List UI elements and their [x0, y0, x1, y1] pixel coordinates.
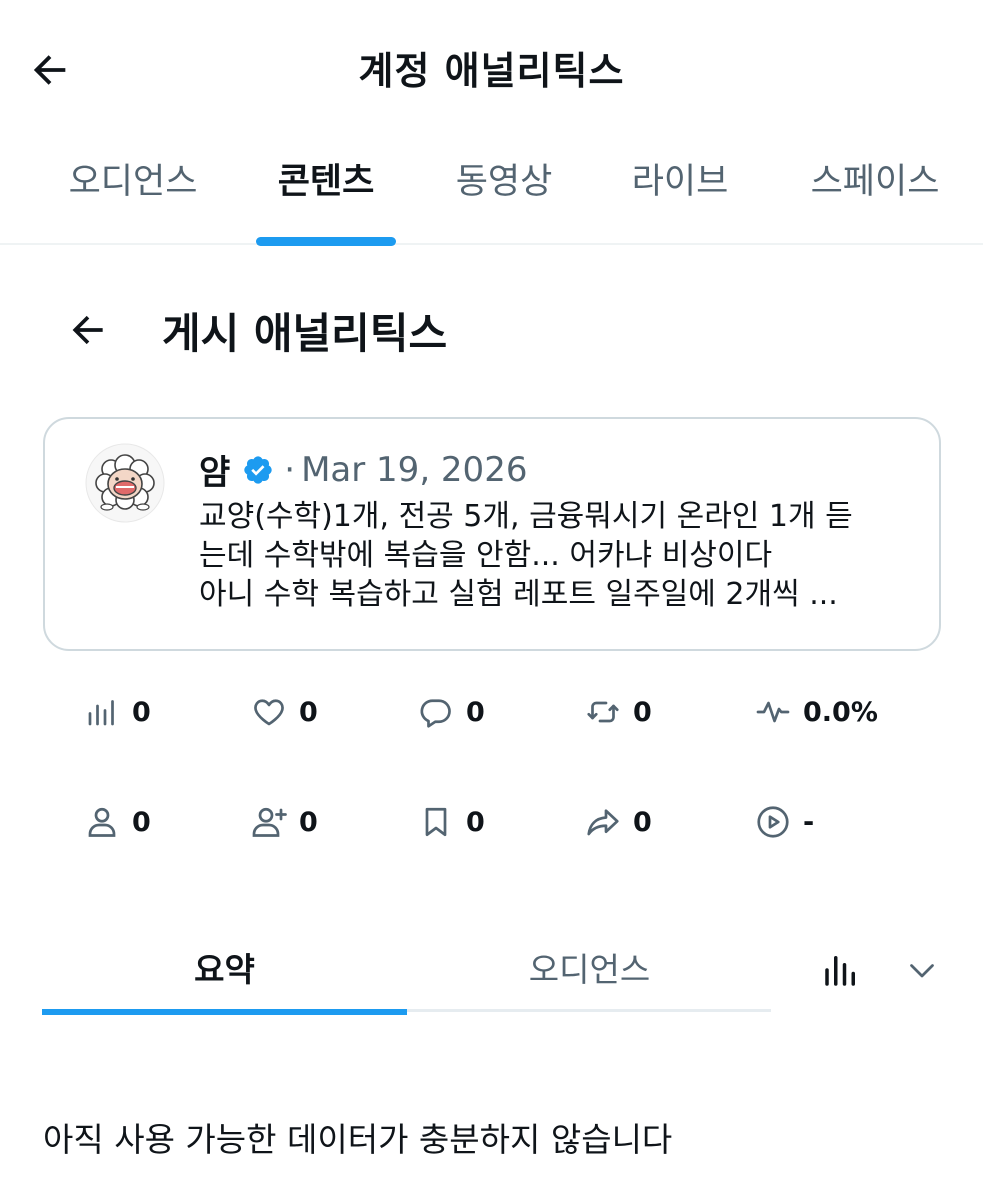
metric-value: 0	[299, 806, 318, 838]
metric-engagement-rate[interactable]: 0.0%	[755, 687, 878, 737]
metric-profile-visits[interactable]: 0	[84, 797, 151, 847]
top-app-bar: 계정 애널리틱스	[0, 0, 983, 135]
active-tab-indicator	[256, 237, 396, 246]
post-text: 교양(수학)1개, 전공 5개, 금융뭐시기 온라인 1개 듣 는데 수학밖에 …	[199, 497, 919, 614]
post-meta: 얌 · Mar 19, 2026	[199, 445, 527, 494]
metric-follows[interactable]: 0	[251, 797, 318, 847]
bar-chart-icon	[825, 956, 855, 986]
sheep-avatar-icon	[85, 443, 165, 523]
metric-value: 0	[633, 696, 652, 728]
repost-icon	[587, 701, 619, 723]
chart-type-dropdown[interactable]	[820, 940, 940, 1000]
tab-label: 콘텐츠	[277, 162, 375, 202]
tab-label: 스페이스	[810, 162, 940, 202]
play-circle-icon	[757, 806, 789, 838]
metric-value: 0	[633, 806, 652, 838]
reply-icon	[420, 699, 451, 728]
heart-icon	[254, 699, 284, 726]
section-title: 게시 애널리틱스	[162, 309, 448, 358]
tab-label: 오디언스	[68, 162, 198, 202]
metric-shares[interactable]: 0	[585, 797, 652, 847]
avatar[interactable]	[85, 443, 165, 523]
tab-label: 라이브	[631, 162, 729, 202]
bookmark-icon	[425, 807, 447, 837]
analytics-tabs: 오디언스 콘텐츠 동영상 라이브 스페이스	[0, 135, 983, 246]
metric-value: 0	[132, 696, 151, 728]
tab-live[interactable]: 라이브	[600, 153, 760, 245]
active-subtab-indicator	[42, 1009, 407, 1015]
subtab-audience[interactable]: 오디언스	[407, 943, 772, 1012]
metric-bookmarks[interactable]: 0	[418, 797, 485, 847]
analytics-subtabs: 요약 오디언스	[42, 925, 772, 1015]
tab-content[interactable]: 콘텐츠	[246, 153, 406, 246]
meta-separator: ·	[284, 449, 296, 490]
section-back-button[interactable]	[62, 304, 114, 356]
section-header: 게시 애널리틱스	[0, 290, 983, 370]
pulse-icon	[756, 701, 790, 723]
tab-spaces[interactable]: 스페이스	[780, 153, 970, 245]
verified-badge-icon	[242, 454, 274, 486]
post-text-line: 교양(수학)1개, 전공 5개, 금융뭐시기 온라인 1개 듣	[199, 499, 853, 534]
metric-impressions[interactable]: 0	[84, 687, 151, 737]
tab-video[interactable]: 동영상	[424, 153, 584, 245]
metric-video-views[interactable]: -	[755, 797, 814, 847]
subtab-label: 오디언스	[528, 950, 651, 989]
person-add-icon	[252, 807, 287, 837]
page-title: 계정 애널리틱스	[358, 49, 625, 93]
metric-value: 0	[299, 696, 318, 728]
metric-value: 0.0%	[803, 696, 878, 728]
arrow-left-icon	[72, 315, 103, 345]
post-date: Mar 19, 2026	[301, 449, 528, 490]
metric-value: 0	[466, 696, 485, 728]
tab-label: 동영상	[455, 162, 553, 202]
subtab-label: 요약	[194, 950, 255, 989]
tab-audience[interactable]: 오디언스	[38, 153, 228, 245]
metric-value: 0	[466, 806, 485, 838]
post-text-line: 아니 수학 복습하고 실험 레포트 일주일에 2개씩 ...	[199, 577, 838, 612]
bar-chart-icon	[88, 700, 114, 726]
person-icon	[88, 807, 116, 837]
chevron-down-icon	[910, 964, 934, 978]
subtab-summary[interactable]: 요약	[42, 943, 407, 1015]
metric-value: 0	[132, 806, 151, 838]
empty-state-message: 아직 사용 가능한 데이터가 충분하지 않습니다	[43, 1120, 673, 1159]
metric-likes[interactable]: 0	[251, 687, 318, 737]
post-text-line: 는데 수학밖에 복습을 안함... 어카냐 비상이다	[199, 538, 773, 573]
metric-replies[interactable]: 0	[418, 687, 485, 737]
author-name[interactable]: 얌	[199, 445, 230, 494]
metric-value: -	[803, 806, 815, 838]
post-card[interactable]: 얌 · Mar 19, 2026 교양(수학)1개, 전공 5개, 금융뭐시기 …	[43, 417, 941, 651]
metric-reposts[interactable]: 0	[585, 687, 652, 737]
share-icon	[587, 809, 619, 836]
